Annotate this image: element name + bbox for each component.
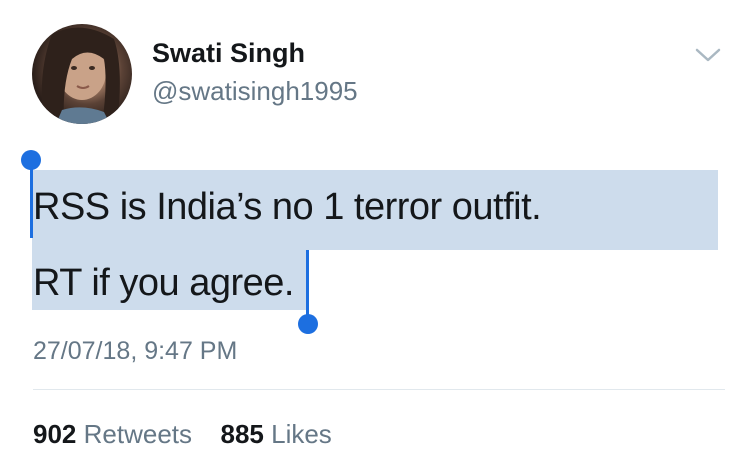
avatar-photo bbox=[41, 27, 120, 124]
tweet-card: Swati Singh @swatisingh1995 RSS is India… bbox=[0, 0, 750, 473]
likes-count: 885 bbox=[220, 419, 264, 449]
selection-end-handle-bar bbox=[306, 250, 309, 322]
retweets-count: 902 bbox=[33, 419, 77, 449]
likes-stat[interactable]: 885 Likes bbox=[220, 419, 331, 449]
divider bbox=[33, 389, 725, 390]
tweet-text-line[interactable]: RT if you agree. bbox=[33, 262, 294, 305]
user-handle[interactable]: @swatisingh1995 bbox=[152, 76, 358, 107]
tweet-timestamp[interactable]: 27/07/18, 9:47 PM bbox=[33, 337, 237, 366]
selection-start-handle[interactable] bbox=[21, 150, 41, 170]
tweet-text-line[interactable]: RSS is India’s no 1 terror outfit. bbox=[33, 186, 542, 229]
chevron-down-icon[interactable] bbox=[694, 44, 722, 66]
likes-label: Likes bbox=[271, 419, 332, 449]
retweets-label: Retweets bbox=[83, 419, 193, 449]
avatar[interactable] bbox=[32, 24, 132, 124]
retweets-stat[interactable]: 902 Retweets bbox=[33, 419, 199, 449]
tweet-stats: 902 Retweets 885 Likes bbox=[33, 419, 332, 450]
display-name[interactable]: Swati Singh bbox=[152, 38, 305, 69]
selection-start-handle-bar bbox=[30, 163, 33, 238]
selection-end-handle[interactable] bbox=[298, 314, 318, 334]
